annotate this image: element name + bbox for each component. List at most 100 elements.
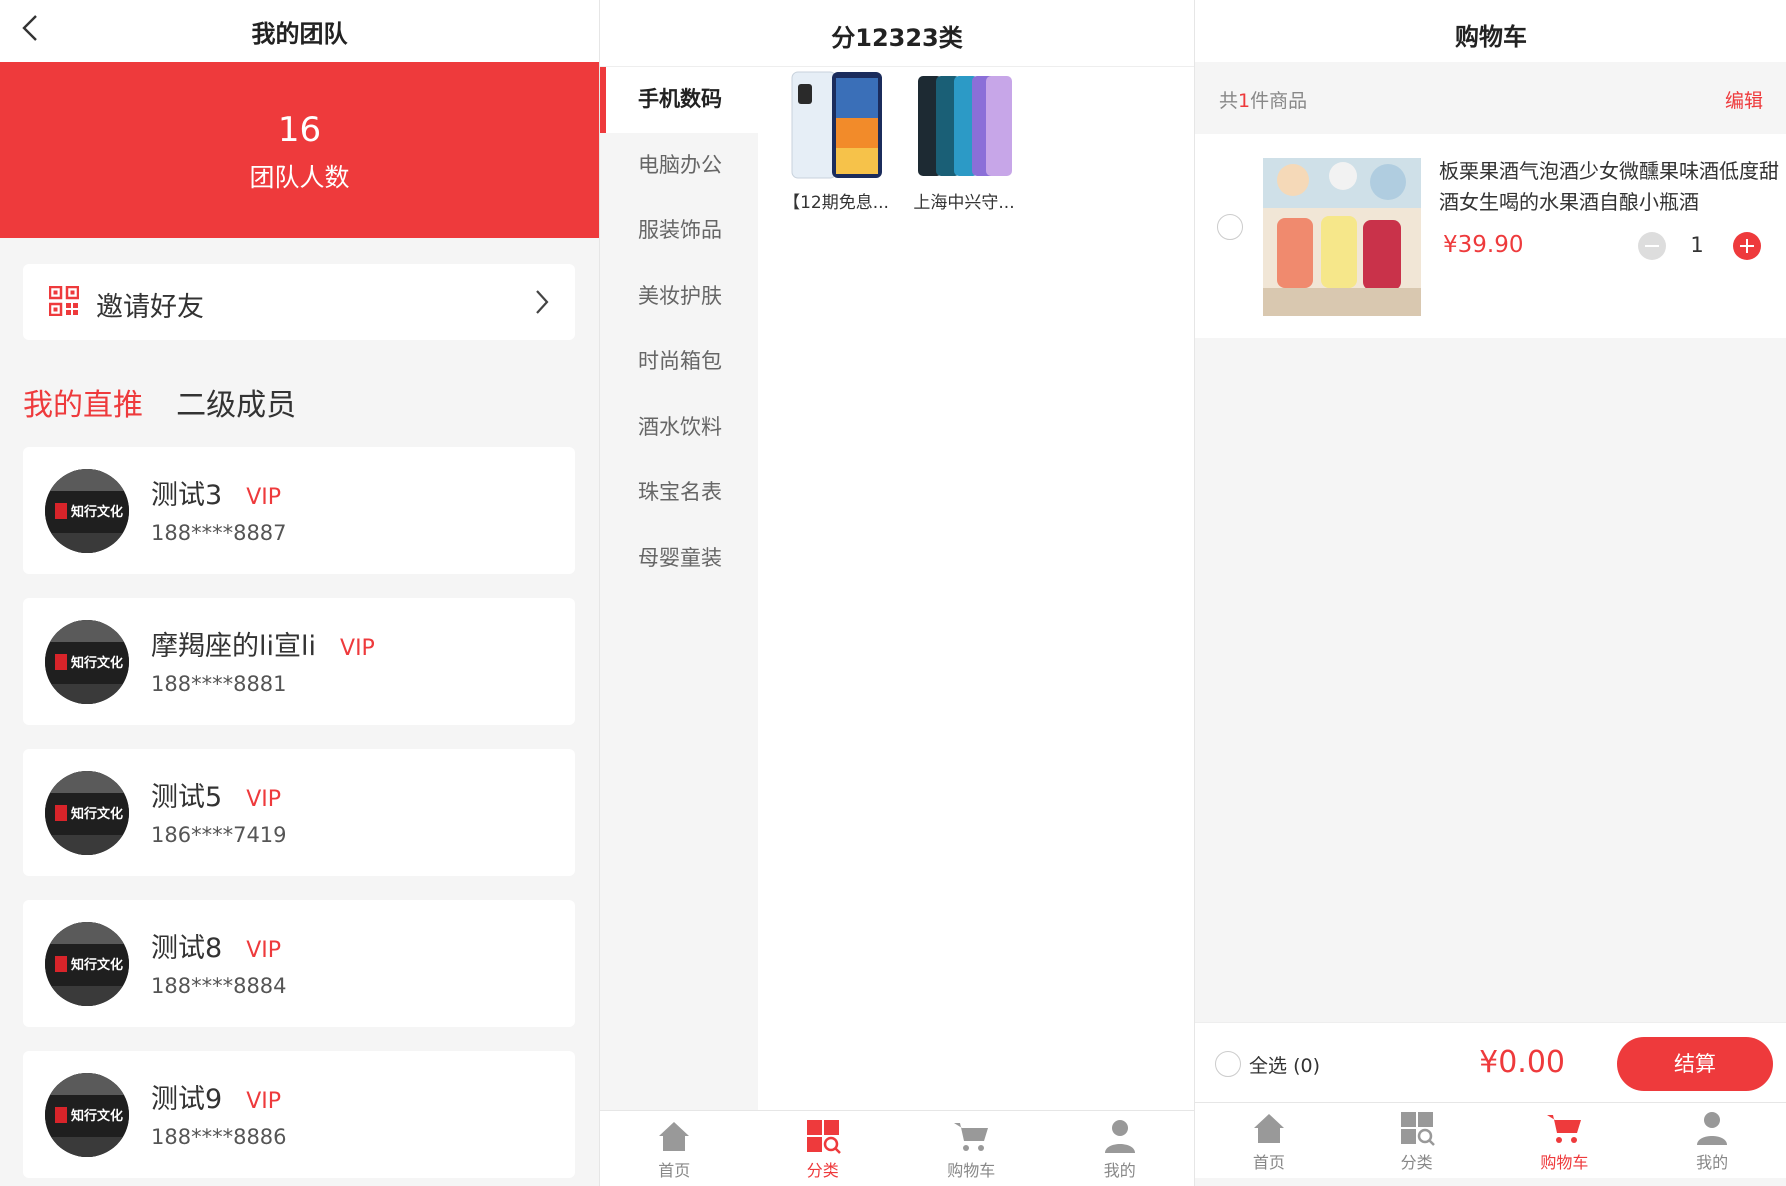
plus-icon[interactable] xyxy=(1733,232,1761,260)
member-card[interactable]: 知行文化 测试3 VIP 188****8887 xyxy=(23,447,575,574)
tab-cart[interactable]: 购物车 xyxy=(897,1111,1046,1186)
tab-category-label: 分类 xyxy=(1400,1153,1433,1172)
selected-count: (0) xyxy=(1293,1055,1320,1077)
member-card[interactable]: 知行文化 测试9 VIP 188****8886 xyxy=(23,1051,575,1178)
category-item[interactable]: 服装饰品 xyxy=(600,198,758,264)
cart-item-count: 共1件商品 xyxy=(1219,86,1307,113)
tab-mine[interactable]: 我的 xyxy=(1046,1111,1195,1186)
avatar: 知行文化 xyxy=(45,771,129,855)
vip-badge: VIP xyxy=(246,1089,281,1114)
category-item[interactable]: 时尚箱包 xyxy=(600,329,758,395)
category-icon xyxy=(806,1120,841,1154)
product-tile[interactable]: 【12期免息... xyxy=(780,70,892,213)
cart-item-price: ¥39.90 xyxy=(1443,232,1524,258)
count-number: 1 xyxy=(1238,90,1251,112)
bottom-tabbar: 首页 分类 购物车 我的 xyxy=(1195,1102,1786,1178)
cart-icon xyxy=(1547,1115,1582,1143)
product-image-phone-2 xyxy=(918,76,1012,176)
category-item[interactable]: 美妆护肤 xyxy=(600,264,758,330)
cart-item: 板栗果酒气泡酒少女微醺果味酒低度甜酒女生喝的水果酒自酿小瓶酒 ¥39.90 1 xyxy=(1195,134,1786,338)
member-tabs: 我的直推 二级成员 xyxy=(23,380,324,423)
select-all-text: 全选 xyxy=(1249,1055,1288,1077)
tab-cart-label: 购物车 xyxy=(947,1161,996,1180)
category-item[interactable]: 酒水饮料 xyxy=(600,395,758,461)
category-item[interactable]: 珠宝名表 xyxy=(600,460,758,526)
cart-header: 购物车 xyxy=(1195,0,1786,62)
member-card[interactable]: 知行文化 测试5 VIP 186****7419 xyxy=(23,749,575,876)
vip-badge: VIP xyxy=(246,485,281,510)
home-icon xyxy=(659,1122,690,1151)
user-icon xyxy=(1697,1112,1728,1145)
invite-friends-label: 邀请好友 xyxy=(96,292,204,323)
svg-text:知行文化: 知行文化 xyxy=(71,806,123,822)
category-item[interactable]: 电脑办公 xyxy=(600,133,758,199)
home-icon xyxy=(1253,1114,1284,1143)
member-name-text: 测试5 xyxy=(151,782,223,813)
product-thumbnail xyxy=(1263,158,1421,316)
tab-category[interactable]: 分类 xyxy=(749,1111,898,1186)
user-icon xyxy=(1104,1120,1135,1153)
tab-home-label: 首页 xyxy=(658,1161,691,1180)
tab-direct-referrals[interactable]: 我的直推 xyxy=(23,380,143,424)
tab-cart-label: 购物车 xyxy=(1540,1153,1589,1172)
member-name: 测试3 VIP xyxy=(151,473,281,512)
edit-button[interactable]: 编辑 xyxy=(1725,86,1763,113)
cart-total: ¥0.00 xyxy=(1479,1045,1565,1080)
svg-text:知行文化: 知行文化 xyxy=(71,504,123,520)
avatar: 知行文化 xyxy=(45,469,129,553)
svg-text:知行文化: 知行文化 xyxy=(71,1108,123,1124)
svg-text:知行文化: 知行文化 xyxy=(71,957,123,973)
tab-mine-label: 我的 xyxy=(1103,1161,1136,1180)
item-select-radio[interactable] xyxy=(1217,214,1243,240)
member-name-text: 摩羯座的li宣li xyxy=(151,631,317,662)
category-icon xyxy=(1400,1112,1435,1146)
tab-home[interactable]: 首页 xyxy=(600,1111,749,1186)
tab-mine-label: 我的 xyxy=(1696,1153,1729,1172)
cart-icon xyxy=(954,1123,989,1151)
vip-badge: VIP xyxy=(246,938,281,963)
tab-cart[interactable]: 购物车 xyxy=(1491,1103,1639,1178)
avatar: 知行文化 xyxy=(45,620,129,704)
team-summary-banner: 16 团队人数 xyxy=(0,62,599,238)
tab-home[interactable]: 首页 xyxy=(1195,1103,1343,1178)
cart-screen: 购物车 共1件商品 编辑 板栗果酒气泡酒少女微醺果味酒低度甜酒女生喝的水果酒自酿… xyxy=(1194,0,1786,1186)
page-title: 购物车 xyxy=(1455,23,1527,51)
count-suffix: 件商品 xyxy=(1250,90,1308,112)
cart-summary-bar: 共1件商品 编辑 xyxy=(1195,62,1786,134)
bottom-tabbar: 首页 分类 购物车 我的 xyxy=(600,1110,1194,1186)
count-prefix: 共 xyxy=(1219,90,1239,112)
checkout-bar: 全选 (0) ¥0.00 结算 xyxy=(1195,1022,1786,1102)
qr-code-icon xyxy=(49,286,79,316)
tab-home-label: 首页 xyxy=(1252,1153,1285,1172)
svg-text:知行文化: 知行文化 xyxy=(71,655,123,671)
category-item[interactable]: 手机数码 xyxy=(600,67,758,133)
member-card[interactable]: 知行文化 测试8 VIP 188****8884 xyxy=(23,900,575,1027)
select-all-label[interactable]: 全选 (0) xyxy=(1249,1051,1320,1078)
member-phone: 188****8884 xyxy=(151,974,287,998)
invite-friends-row[interactable]: 邀请好友 xyxy=(23,264,575,340)
category-screen: 分12323类 手机数码 电脑办公 服装饰品 美妆护肤 时尚箱包 酒水饮料 珠宝名表 母婴童装… xyxy=(599,0,1194,1186)
member-name-text: 测试8 xyxy=(151,933,223,964)
member-phone: 188****8887 xyxy=(151,521,287,545)
member-phone: 188****8881 xyxy=(151,672,287,696)
quantity-value: 1 xyxy=(1690,233,1704,257)
member-card[interactable]: 知行文化 摩羯座的li宣li VIP 188****8881 xyxy=(23,598,575,725)
tab-category[interactable]: 分类 xyxy=(1343,1103,1491,1178)
member-name: 摩羯座的li宣li VIP xyxy=(151,624,375,663)
member-name-text: 测试9 xyxy=(151,1084,223,1115)
team-count: 16 xyxy=(277,110,322,150)
select-all-radio[interactable] xyxy=(1215,1051,1241,1077)
tab-second-level-members[interactable]: 二级成员 xyxy=(176,380,296,424)
product-image-phone-1 xyxy=(791,71,882,179)
avatar: 知行文化 xyxy=(45,1073,129,1157)
checkout-button[interactable]: 结算 xyxy=(1617,1037,1773,1091)
chevron-right-icon xyxy=(536,290,549,314)
tab-mine[interactable]: 我的 xyxy=(1638,1103,1786,1178)
page-title: 分12323类 xyxy=(831,24,963,52)
avatar: 知行文化 xyxy=(45,922,129,1006)
cart-item-name[interactable]: 板栗果酒气泡酒少女微醺果味酒低度甜酒女生喝的水果酒自酿小瓶酒 xyxy=(1439,156,1779,218)
minus-icon[interactable] xyxy=(1638,232,1666,260)
member-phone: 188****8886 xyxy=(151,1125,287,1149)
product-tile[interactable]: 上海中兴守... xyxy=(908,70,1020,213)
category-item[interactable]: 母婴童装 xyxy=(600,526,758,592)
